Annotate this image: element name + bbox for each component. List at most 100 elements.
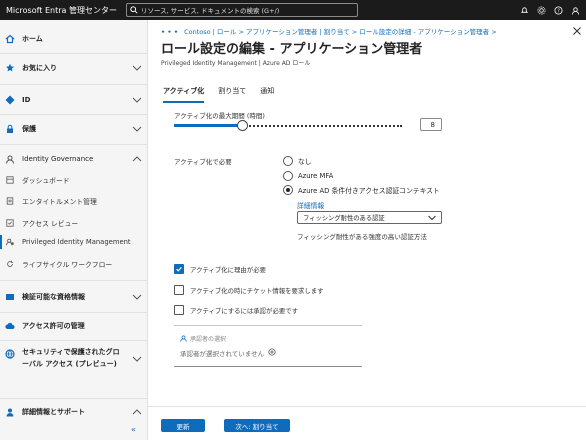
settings-icon[interactable] bbox=[534, 3, 548, 17]
add-approver-icon[interactable] bbox=[268, 348, 276, 358]
radio-option-auth-context[interactable]: Azure AD 条件付きアクセス認証コンテキスト bbox=[283, 184, 440, 196]
home-icon bbox=[5, 34, 15, 44]
require-on-activation-label: アクティブ化で必要 bbox=[174, 158, 232, 166]
sidebar-divider bbox=[0, 84, 148, 85]
dropdown-value: フィッシング耐性のある認証 bbox=[303, 215, 385, 222]
checkbox-label: アクティブにするには承認が必要です bbox=[190, 306, 298, 315]
sidebar-item-favorites[interactable]: お気に入り bbox=[0, 61, 148, 75]
page-title: ロール設定の編集 - アプリケーション管理者 bbox=[161, 42, 423, 57]
tab-assignment[interactable]: 割り当て bbox=[218, 86, 246, 100]
more-options-icon[interactable]: … bbox=[392, 40, 401, 50]
radio-label: なし bbox=[298, 158, 312, 166]
sidebar-item-label: アクセス レビュー bbox=[22, 220, 79, 228]
pim-icon bbox=[5, 237, 15, 247]
chevron-up-icon[interactable] bbox=[132, 155, 142, 163]
radio-label: Azure AD 条件付きアクセス認証コンテキスト bbox=[298, 187, 440, 195]
sidebar-item-label: Identity Governance bbox=[22, 155, 94, 163]
checkbox-require-approval[interactable]: アクティブにするには承認が必要です bbox=[174, 304, 298, 316]
sidebar-item-protection[interactable]: 保護 bbox=[0, 122, 148, 136]
sidebar-item-label: エンタイトルメント管理 bbox=[22, 198, 97, 206]
sidebar: ホーム お気に入り ID 保護 Identity Governance ダッシュ bbox=[0, 20, 148, 440]
checkbox-require-ticket[interactable]: アクティブ化の時にチケット情報を要求します bbox=[174, 284, 324, 296]
sidebar-item-label: 保護 bbox=[22, 125, 36, 133]
sidebar-item-home[interactable]: ホーム bbox=[0, 32, 148, 46]
details-link[interactable]: 詳細情報 bbox=[297, 200, 324, 210]
person-help-icon bbox=[5, 407, 15, 417]
dashboard-icon bbox=[5, 175, 15, 185]
sidebar-item-id[interactable]: ID bbox=[0, 93, 148, 107]
sidebar-item-entitlement[interactable]: エンタイトルメント管理 bbox=[0, 195, 148, 207]
chevron-up-icon[interactable] bbox=[132, 408, 142, 416]
checkbox-label: アクティブ化に理由が必要 bbox=[190, 265, 266, 274]
collapse-sidebar-icon[interactable]: « bbox=[131, 425, 136, 434]
auth-context-dropdown[interactable]: フィッシング耐性のある認証 bbox=[297, 211, 442, 224]
sidebar-divider bbox=[0, 114, 148, 115]
footer-bar: 更新 次へ: 割り当て bbox=[148, 406, 586, 440]
notifications-icon[interactable] bbox=[517, 3, 531, 17]
credential-icon bbox=[5, 292, 15, 302]
sidebar-item-learn-support[interactable]: 詳細情報とサポート bbox=[0, 405, 148, 419]
sidebar-item-label: お気に入り bbox=[22, 64, 57, 72]
sidebar-item-pim[interactable]: Privileged Identity Management bbox=[0, 236, 148, 248]
checkbox-checked[interactable] bbox=[174, 264, 184, 274]
breadcrumb[interactable]: • • • Contoso | ロール > アプリケーション管理者 | 割り当て… bbox=[161, 26, 497, 36]
access-review-icon bbox=[5, 218, 15, 228]
breadcrumb-overflow-icon[interactable]: • • • bbox=[161, 28, 178, 36]
chevron-down-icon[interactable] bbox=[132, 64, 142, 72]
sidebar-item-label: Privileged Identity Management bbox=[22, 238, 131, 246]
sidebar-divider bbox=[0, 144, 148, 145]
globe-icon bbox=[5, 349, 15, 359]
chevron-down-icon[interactable] bbox=[132, 355, 142, 363]
governance-icon bbox=[5, 154, 15, 164]
update-button[interactable]: 更新 bbox=[161, 419, 205, 432]
radio-button[interactable] bbox=[283, 171, 293, 181]
sidebar-item-label: ライフサイクル ワークフロー bbox=[22, 261, 113, 269]
sidebar-item-dashboard[interactable]: ダッシュボード bbox=[0, 174, 148, 186]
lock-icon bbox=[5, 124, 15, 134]
tab-activation[interactable]: アクティブ化 bbox=[163, 86, 205, 103]
checkbox[interactable] bbox=[174, 285, 184, 295]
max-duration-label: アクティブ化の最大期間 (時間) bbox=[174, 112, 265, 120]
checkbox-label: アクティブ化の時にチケット情報を要求します bbox=[190, 286, 324, 295]
sidebar-item-label-line2: ーバル アクセス (プレビュー) bbox=[22, 360, 117, 368]
brand-title[interactable]: Microsoft Entra 管理センター bbox=[0, 5, 124, 16]
search-icon bbox=[127, 4, 141, 16]
cloud-icon bbox=[5, 321, 15, 331]
radio-option-azure-mfa[interactable]: Azure MFA bbox=[283, 170, 333, 182]
approver-header: 承認者の選択 bbox=[180, 334, 226, 343]
max-duration-input[interactable]: 8 bbox=[420, 118, 442, 131]
search-placeholder: リソース, サービス, ドキュメントの検索 (G+/) bbox=[141, 7, 280, 15]
radio-button[interactable] bbox=[283, 156, 293, 166]
slider-rest bbox=[242, 125, 402, 127]
sidebar-item-global-secure-access[interactable]: セキュリティで保護されたグロ ーバル アクセス (プレビュー) bbox=[0, 347, 148, 371]
sidebar-item-label: 詳細情報とサポート bbox=[22, 408, 85, 416]
global-search-box[interactable]: リソース, サービス, ドキュメントの検索 (G+/) bbox=[126, 3, 358, 17]
top-bar: Microsoft Entra 管理センター リソース, サービス, ドキュメン… bbox=[0, 0, 586, 20]
approver-empty-label: 承認者が選択されていません bbox=[180, 350, 265, 358]
auth-context-note: フィッシング耐性がある強度の高い認証方法 bbox=[297, 233, 427, 241]
checkbox[interactable] bbox=[174, 305, 184, 315]
checkbox-require-justification[interactable]: アクティブ化に理由が必要 bbox=[174, 263, 266, 275]
radio-button-selected[interactable] bbox=[283, 185, 293, 195]
sidebar-item-permissions-management[interactable]: アクセス許可の管理 bbox=[0, 319, 148, 333]
sidebar-item-verifiable-credentials[interactable]: 検証可能な資格情報 bbox=[0, 290, 148, 304]
sidebar-item-lifecycle[interactable]: ライフサイクル ワークフロー bbox=[0, 258, 148, 270]
next-assignment-button[interactable]: 次へ: 割り当て bbox=[224, 419, 290, 432]
main-content: • • • Contoso | ロール > アプリケーション管理者 | 割り当て… bbox=[148, 20, 586, 440]
tab-notification[interactable]: 通知 bbox=[260, 86, 274, 100]
feedback-icon[interactable] bbox=[568, 3, 582, 17]
radio-option-none[interactable]: なし bbox=[283, 155, 312, 167]
slider-thumb[interactable] bbox=[237, 120, 248, 131]
close-icon[interactable] bbox=[572, 26, 582, 36]
help-icon[interactable]: ? bbox=[551, 3, 565, 17]
breadcrumb-path[interactable]: Contoso | ロール > アプリケーション管理者 | 割り当て > ロール… bbox=[184, 28, 497, 36]
chevron-down-icon[interactable] bbox=[132, 125, 142, 133]
max-duration-slider[interactable] bbox=[174, 120, 402, 131]
chevron-down-icon[interactable] bbox=[132, 293, 142, 301]
chevron-down-icon bbox=[427, 214, 437, 222]
radio-label: Azure MFA bbox=[298, 172, 334, 180]
chevron-down-icon[interactable] bbox=[132, 96, 142, 104]
tab-strip: アクティブ化 割り当て 通知 bbox=[163, 86, 274, 103]
sidebar-item-identity-governance[interactable]: Identity Governance bbox=[0, 152, 148, 166]
sidebar-item-access-reviews[interactable]: アクセス レビュー bbox=[0, 217, 148, 229]
